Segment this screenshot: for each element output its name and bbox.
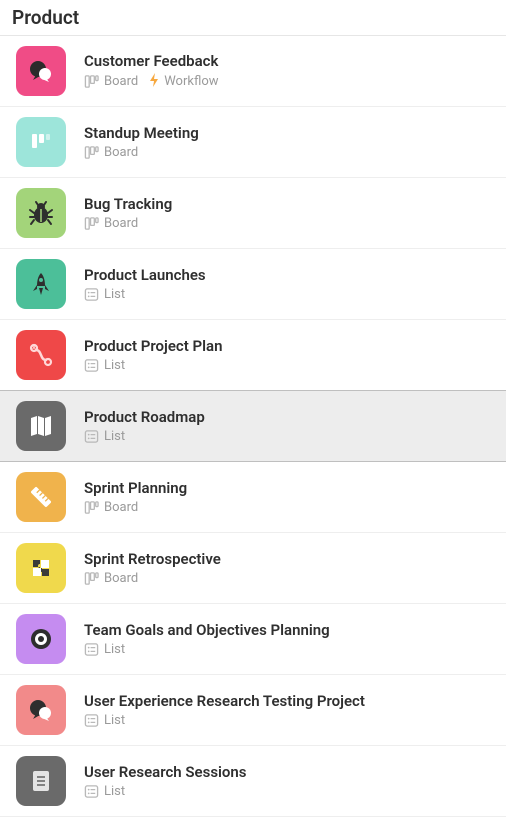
project-title: Sprint Planning	[84, 479, 187, 497]
chat-bubbles-icon	[16, 685, 66, 735]
project-meta: Board	[84, 500, 187, 515]
board-view-chip: Board	[84, 74, 138, 89]
board-icon	[84, 571, 99, 586]
view-label: List	[104, 713, 125, 728]
project-item[interactable]: Product Launches List	[0, 249, 506, 320]
board-icon	[84, 500, 99, 515]
workflow-label: Workflow	[164, 74, 218, 89]
project-meta: List	[84, 287, 206, 302]
rocket-icon	[16, 259, 66, 309]
project-item-body: Bug Tracking Board	[84, 195, 172, 231]
view-label: Board	[104, 216, 138, 231]
project-item[interactable]: Standup Meeting Board	[0, 107, 506, 178]
project-item-body: Team Goals and Objectives Planning List	[84, 621, 330, 657]
project-item-body: Standup Meeting Board	[84, 124, 199, 160]
view-label: List	[104, 784, 125, 799]
project-title: Product Project Plan	[84, 337, 222, 355]
project-item-body: User Research Sessions List	[84, 763, 247, 799]
chat-bubbles-icon	[16, 46, 66, 96]
project-item[interactable]: Sprint Planning Board	[0, 462, 506, 533]
project-item[interactable]: Bug Tracking Board	[0, 178, 506, 249]
project-meta: List	[84, 713, 365, 728]
project-item[interactable]: Product Roadmap List	[0, 390, 506, 462]
board-view-chip: Board	[84, 571, 138, 586]
project-title: Bug Tracking	[84, 195, 172, 213]
list-icon	[84, 713, 99, 728]
project-meta: Board	[84, 216, 172, 231]
list-view-chip: List	[84, 642, 125, 657]
view-label: List	[104, 642, 125, 657]
board-icon	[84, 74, 99, 89]
list-view-chip: List	[84, 713, 125, 728]
project-meta: List	[84, 429, 205, 444]
list-view-chip: List	[84, 784, 125, 799]
view-label: List	[104, 429, 125, 444]
bolt-icon	[148, 73, 160, 91]
view-label: Board	[104, 145, 138, 160]
workflow-chip: Workflow	[148, 73, 218, 91]
view-label: Board	[104, 571, 138, 586]
project-meta: Board Workflow	[84, 73, 219, 91]
puzzle-icon	[16, 543, 66, 593]
board-view-chip: Board	[84, 216, 138, 231]
clipboard-icon	[16, 756, 66, 806]
project-item-body: Product Roadmap List	[84, 408, 205, 444]
project-meta: List	[84, 358, 222, 373]
board-icon	[84, 216, 99, 231]
project-item[interactable]: User Research Sessions List	[0, 746, 506, 817]
project-meta: Board	[84, 571, 221, 586]
project-list: Customer Feedback Board Workflow Standup Me…	[0, 35, 506, 817]
view-label: Board	[104, 500, 138, 515]
project-meta: Board	[84, 145, 199, 160]
project-item[interactable]: × Product Project Plan List	[0, 320, 506, 391]
project-item[interactable]: Team Goals and Objectives Planning List	[0, 604, 506, 675]
project-item[interactable]: Customer Feedback Board Workflow	[0, 36, 506, 107]
target-icon	[16, 614, 66, 664]
view-label: List	[104, 287, 125, 302]
project-item-body: Product Project Plan List	[84, 337, 222, 373]
list-icon	[84, 784, 99, 799]
project-item-body: Product Launches List	[84, 266, 206, 302]
project-title: Team Goals and Objectives Planning	[84, 621, 330, 639]
list-icon	[84, 642, 99, 657]
project-title: User Experience Research Testing Project	[84, 692, 365, 710]
board-icon	[84, 145, 99, 160]
project-item-body: User Experience Research Testing Project…	[84, 692, 365, 728]
project-title: User Research Sessions	[84, 763, 247, 781]
project-title: Sprint Retrospective	[84, 550, 221, 568]
ruler-icon	[16, 472, 66, 522]
list-view-chip: List	[84, 287, 125, 302]
project-title: Product Roadmap	[84, 408, 205, 426]
map-icon	[16, 401, 66, 451]
view-label: List	[104, 358, 125, 373]
list-icon	[84, 358, 99, 373]
project-item-body: Sprint Retrospective Board	[84, 550, 221, 586]
project-title: Standup Meeting	[84, 124, 199, 142]
list-icon	[84, 429, 99, 444]
merge-path-icon: ×	[16, 330, 66, 380]
board-view-chip: Board	[84, 500, 138, 515]
section-title: Product	[0, 0, 506, 35]
project-item-body: Sprint Planning Board	[84, 479, 187, 515]
kanban-columns-icon	[16, 117, 66, 167]
project-title: Product Launches	[84, 266, 206, 284]
project-title: Customer Feedback	[84, 52, 219, 70]
project-meta: List	[84, 784, 247, 799]
list-view-chip: List	[84, 358, 125, 373]
list-view-chip: List	[84, 429, 125, 444]
board-view-chip: Board	[84, 145, 138, 160]
project-item[interactable]: Sprint Retrospective Board	[0, 533, 506, 604]
view-label: Board	[104, 74, 138, 89]
list-icon	[84, 287, 99, 302]
project-item-body: Customer Feedback Board Workflow	[84, 52, 219, 91]
project-meta: List	[84, 642, 330, 657]
bug-icon	[16, 188, 66, 238]
project-item[interactable]: User Experience Research Testing Project…	[0, 675, 506, 746]
